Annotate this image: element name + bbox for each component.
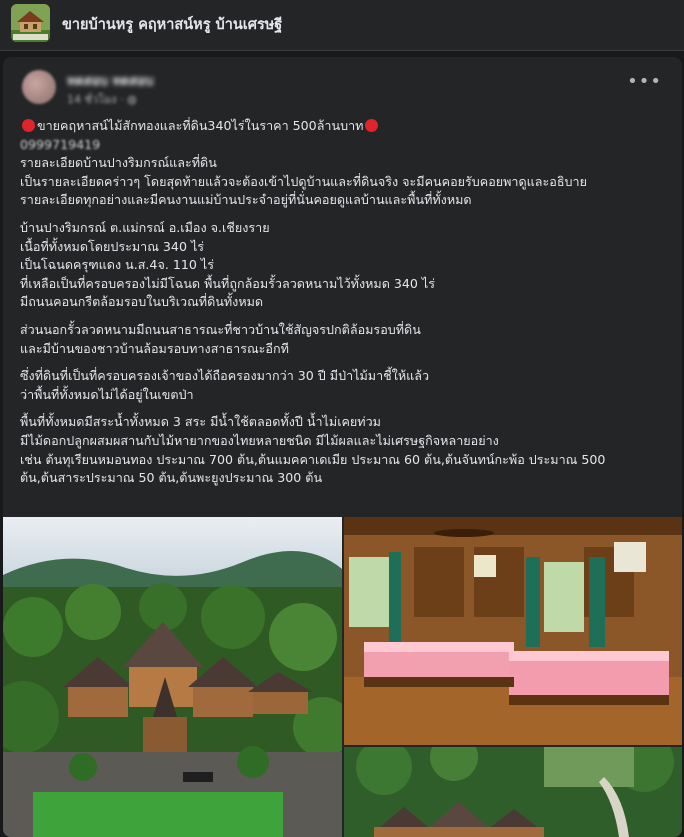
post-timestamp[interactable]: 14 ชั่วโมง · ◍ bbox=[67, 90, 137, 108]
text-line: ซึ่งที่ดินที่เป็นที่ครอบครองเจ้าของได้ถื… bbox=[20, 368, 430, 384]
post-author[interactable]: ทดสอบ ทดสอบ bbox=[67, 70, 154, 91]
aerial-mansion-photo[interactable] bbox=[3, 517, 342, 837]
text-line: และมีบ้านของชาวบ้านล้อมรอบทางสาธารณะอีกท… bbox=[20, 340, 289, 356]
text-line: ส่วนนอกรั้วลวดหนามมีถนนสาธารณะที่ชาวบ้าน… bbox=[20, 321, 421, 337]
text-line: เช่น ต้นทุเรียนหมอนทอง ประมาณ 700 ต้น,ต้… bbox=[20, 451, 606, 467]
headline-text: ขายคฤหาสน์ไม้สักทองและที่ดิน340ไร่ในราคา… bbox=[37, 118, 364, 133]
red-circle-emoji-icon bbox=[22, 119, 35, 132]
timestamp-text: 14 ชั่วโมง bbox=[67, 93, 117, 106]
text-line: รายละเอียดบ้านปางริมกรณ์และที่ดิน bbox=[20, 155, 217, 171]
text-line: รายละเอียดทุกอย่างและมีคนงานแม่บ้านประจำ… bbox=[20, 192, 472, 208]
text-line: มีไม้ดอกปลูกผสมผสานกับไม้หายากของไทยหลาย… bbox=[20, 432, 499, 448]
text-line: เนื้อที่ทั้งหมดโดยประมาณ 340 ไร่ bbox=[20, 238, 205, 254]
post-card: ทดสอบ ทดสอบ 14 ชั่วโมง · ◍ ••• ขายคฤหาสน… bbox=[3, 57, 682, 837]
more-options-button[interactable]: ••• bbox=[627, 73, 662, 91]
group-thumbnail[interactable] bbox=[11, 4, 50, 42]
avatar[interactable] bbox=[22, 70, 56, 104]
more-options-icon: ••• bbox=[627, 71, 662, 92]
post-text: ขายคฤหาสน์ไม้สักทองและที่ดิน340ไร่ในราคา… bbox=[20, 117, 670, 488]
globe-icon: ◍ bbox=[127, 93, 137, 106]
house-thumbnail-icon bbox=[11, 4, 50, 42]
text-line: ว่าพื้นที่ทั้งหมดไม่ได้อยู่ในเขตป่า bbox=[20, 386, 194, 402]
group-header: ขายบ้านหรู คฤหาสน์หรู บ้านเศรษฐี bbox=[0, 0, 684, 51]
text-line: พื้นที่ทั้งหมดมีสระน้ำทั้งหมด 3 สระ มีน้… bbox=[20, 414, 381, 430]
text-line: มีถนนคอนกรีตล้อมรอบในบริเวณที่ดินทั้งหมด bbox=[20, 294, 264, 310]
red-circle-emoji-icon bbox=[365, 119, 379, 132]
text-line: เป็นรายละเอียดคร่าวๆ โดยสุดท้ายแล้วจะต้อ… bbox=[20, 173, 587, 189]
group-title[interactable]: ขายบ้านหรู คฤหาสน์หรู บ้านเศรษฐี bbox=[62, 13, 282, 36]
post-headline: ขายคฤหาสน์ไม้สักทองและที่ดิน340ไร่ในราคา… bbox=[20, 117, 670, 136]
teak-bedroom-photo[interactable] bbox=[344, 517, 682, 745]
text-line: บ้านปางริมกรณ์ ต.แม่กรณ์ อ.เมือง จ.เชียง… bbox=[20, 219, 270, 235]
text-line: ที่เหลือเป็นที่ครอบครองไม่มีโฉนด พื้นที่… bbox=[20, 275, 436, 291]
hillside-estate-photo[interactable] bbox=[344, 747, 682, 837]
text-line: ต้น,ต้นสาระประมาณ 50 ต้น,ต้นพะยูงประมาณ … bbox=[20, 470, 323, 486]
phone-number: 0999719419 bbox=[20, 136, 101, 152]
text-line: เป็นโฉนดครุฑแดง น.ส.4จ. 110 ไร่ bbox=[20, 257, 214, 273]
